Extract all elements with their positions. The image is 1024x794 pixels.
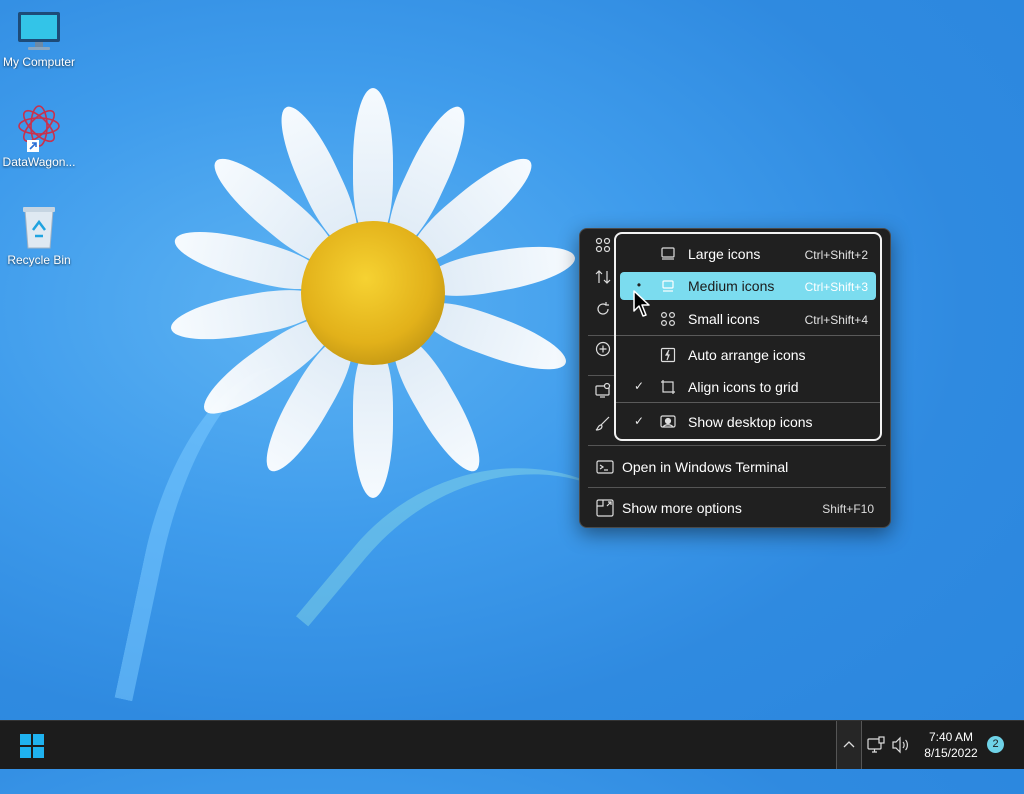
display-settings-icon[interactable] <box>592 382 614 404</box>
menu-divider <box>588 445 886 446</box>
item-mark: ✓ <box>633 414 645 428</box>
menu-divider <box>588 487 886 488</box>
submenu-divider <box>616 402 880 403</box>
show-more-options-item[interactable]: Show more options Shift+F10 <box>588 493 886 523</box>
medium-icons-icon <box>662 280 674 292</box>
item-label: Medium icons <box>688 278 775 294</box>
item-mark: ✓ <box>633 379 645 393</box>
menu-divider <box>588 375 614 376</box>
item-label: Align icons to grid <box>688 379 799 395</box>
item-label: Show desktop icons <box>688 414 813 430</box>
windows-start-icon[interactable] <box>20 734 44 758</box>
large-icons-icon <box>661 247 675 260</box>
taskbar: 7:40 AM 8/15/2022 <box>0 720 1024 769</box>
menu-item-label: Show more options <box>622 500 742 516</box>
more-options-icon <box>596 499 614 517</box>
align-to-grid-item[interactable]: ✓ Align icons to grid <box>620 373 876 401</box>
personalize-icon[interactable] <box>592 415 614 437</box>
menu-item-shortcut: Shift+F10 <box>822 502 874 516</box>
item-shortcut: Ctrl+Shift+3 <box>804 280 868 294</box>
auto-arrange-icon <box>660 347 676 363</box>
recycle-bin-icon <box>23 207 55 249</box>
item-shortcut: Ctrl+Shift+2 <box>804 248 868 262</box>
desktop-icon-my-computer[interactable]: My Computer <box>0 10 78 69</box>
refresh-icon[interactable] <box>592 301 614 323</box>
app-shortcut-icon <box>18 105 60 152</box>
item-label: Auto arrange icons <box>688 347 806 363</box>
menu-item-label: Open in Windows Terminal <box>622 459 789 475</box>
mouse-cursor-icon <box>633 290 650 317</box>
auto-arrange-item[interactable]: Auto arrange icons <box>620 341 876 369</box>
chevron-up-icon <box>843 741 855 748</box>
desktop-icon-label: DataWagon... <box>2 155 76 169</box>
view-submenu: Large icons Ctrl+Shift+2 • Medium icons … <box>614 232 882 441</box>
medium-icons-item[interactable]: • Medium icons Ctrl+Shift+3 <box>620 272 876 300</box>
item-label: Large icons <box>688 246 761 262</box>
show-desktop-icons-item[interactable]: ✓ Show desktop icons <box>620 408 876 436</box>
terminal-icon <box>596 460 614 474</box>
notification-badge[interactable]: 2 <box>987 736 1004 753</box>
monitor-icon <box>18 12 60 50</box>
item-label: Small icons <box>688 311 760 327</box>
sort-icon[interactable] <box>592 269 614 291</box>
small-icons-icon <box>660 311 676 327</box>
network-icon[interactable] <box>866 735 886 755</box>
item-shortcut: Ctrl+Shift+4 <box>804 313 868 327</box>
desktop-icon-label: My Computer <box>2 55 76 69</box>
desktop-icon-datawagon[interactable]: DataWagon... <box>0 104 78 169</box>
submenu-divider <box>616 335 880 336</box>
large-icons-item[interactable]: Large icons Ctrl+Shift+2 <box>620 240 876 268</box>
clock-time: 7:40 AM <box>928 730 974 744</box>
desktop-icon-label: Recycle Bin <box>7 253 71 267</box>
system-clock[interactable]: 7:40 AM 8/15/2022 <box>916 729 986 761</box>
menu-divider <box>588 335 614 336</box>
show-desktop-icon <box>660 415 676 428</box>
clock-date: 8/15/2022 <box>924 746 978 760</box>
align-grid-icon <box>661 380 675 394</box>
desktop-icon-recycle-bin[interactable]: Recycle Bin <box>0 204 78 267</box>
new-icon[interactable] <box>592 341 614 363</box>
small-icons-item[interactable]: Small icons Ctrl+Shift+4 <box>620 305 876 333</box>
open-in-terminal-item[interactable]: Open in Windows Terminal <box>588 452 886 482</box>
volume-icon[interactable] <box>890 735 910 755</box>
view-icon[interactable] <box>592 237 614 259</box>
show-hidden-icons-button[interactable] <box>836 721 862 769</box>
